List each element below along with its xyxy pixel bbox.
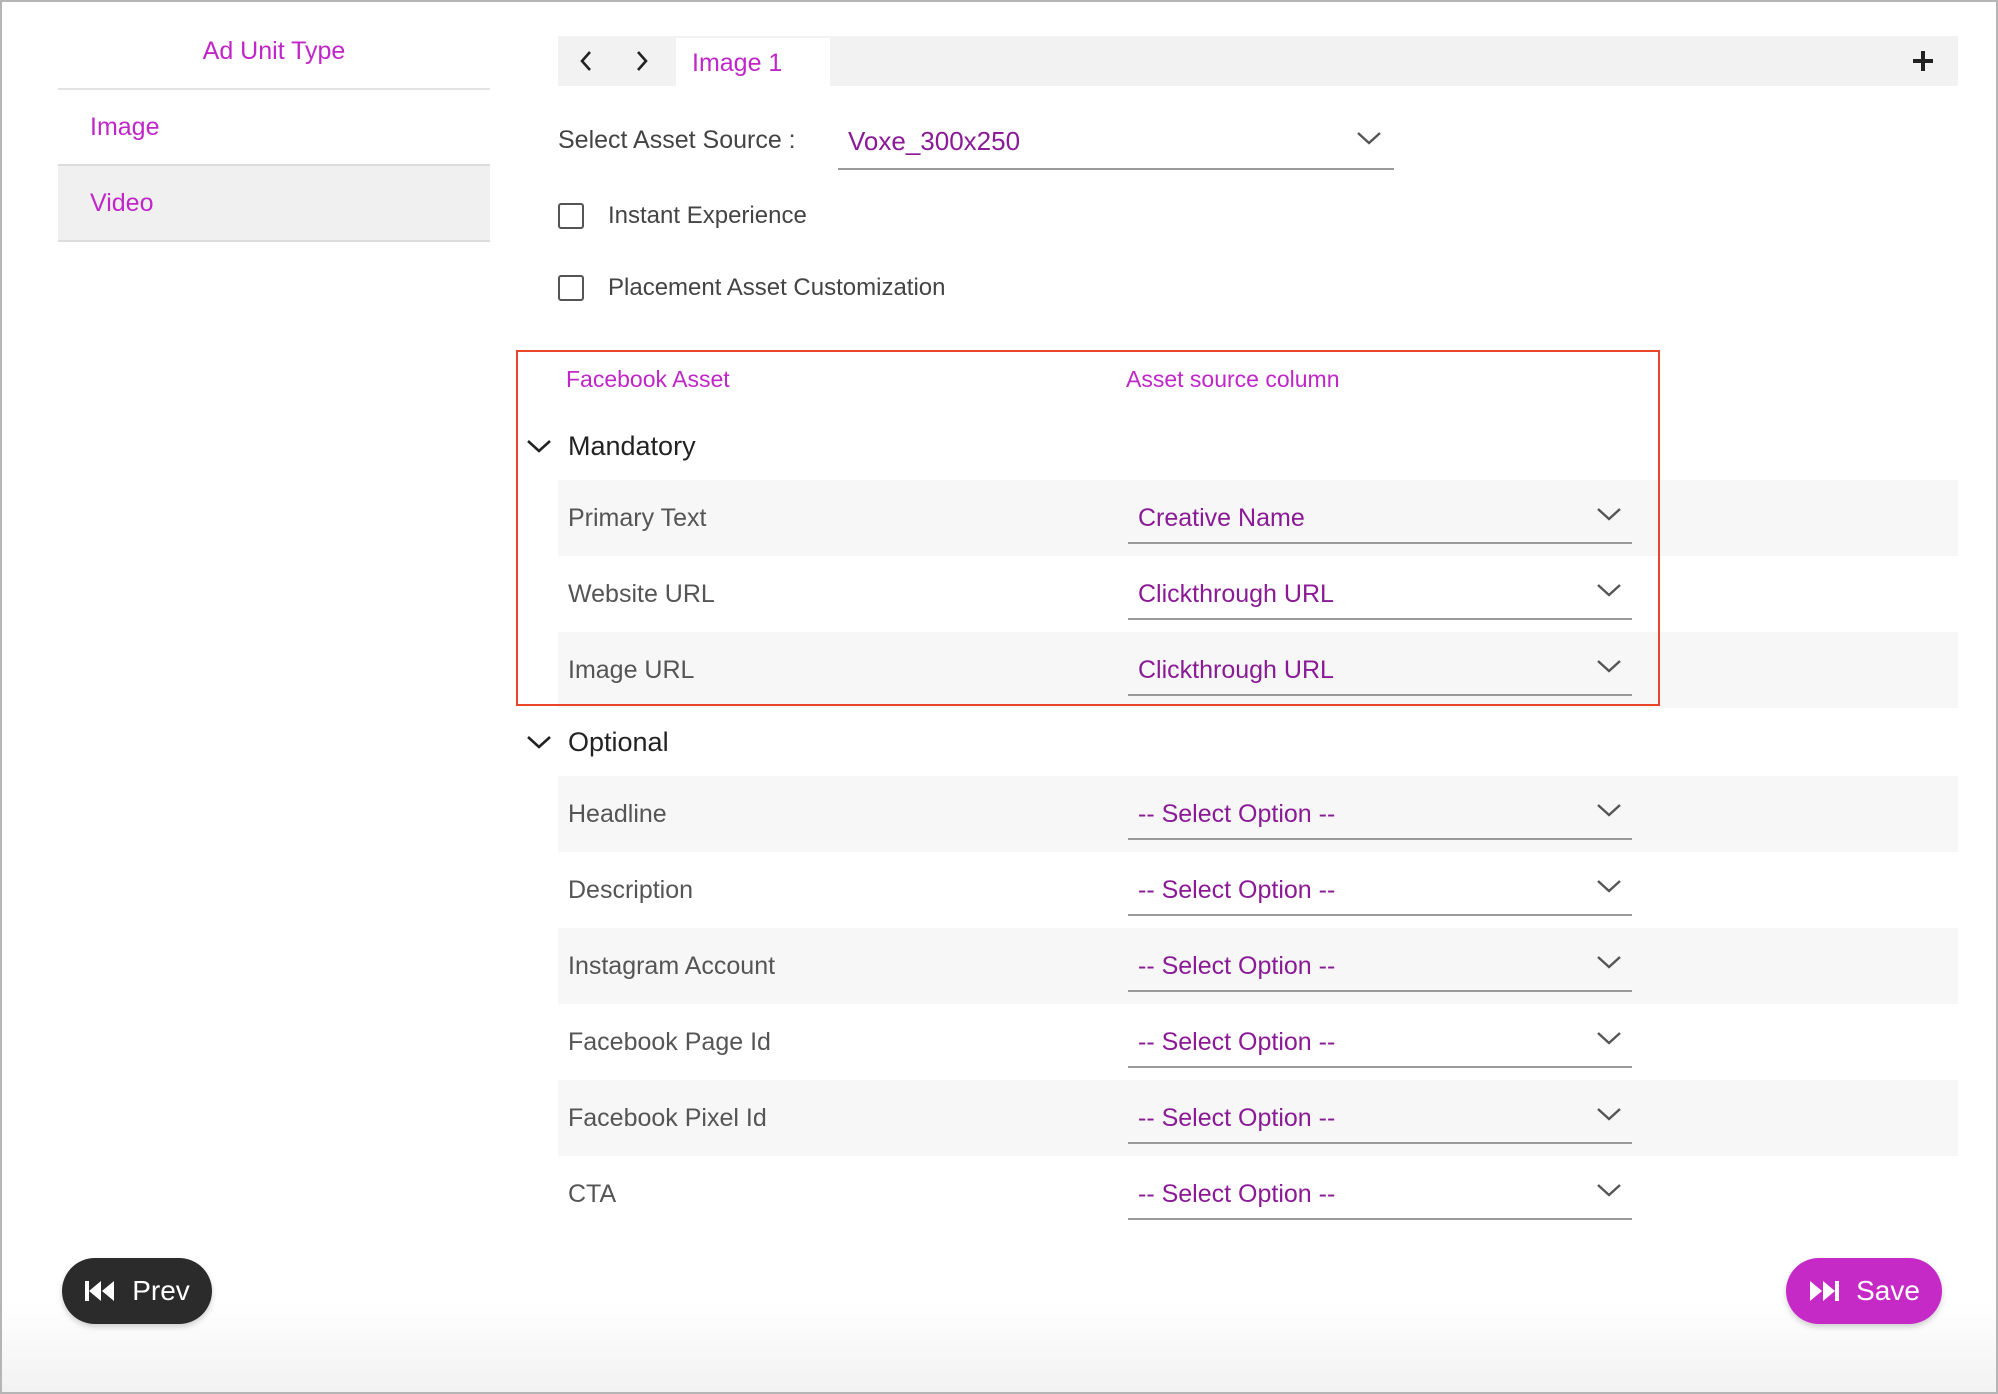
- row-label: Facebook Pixel Id: [568, 1104, 767, 1132]
- save-button-label: Save: [1856, 1275, 1920, 1306]
- table-row: Facebook Page Id -- Select Option --: [558, 1004, 1958, 1080]
- row-label: Website URL: [568, 580, 715, 608]
- table-row: Primary Text Creative Name: [558, 480, 1958, 556]
- skip-back-icon: [85, 1281, 115, 1301]
- sidebar-item-label: Video: [90, 189, 154, 217]
- chevron-left-icon: [580, 51, 591, 71]
- sidebar-item-label: Image: [90, 113, 160, 141]
- select-value: Clickthrough URL: [1138, 656, 1334, 684]
- chevron-down-icon: [1357, 132, 1381, 145]
- placement-customization-label: Placement Asset Customization: [608, 274, 946, 301]
- image-url-select[interactable]: Clickthrough URL: [1128, 644, 1632, 696]
- chevron-down-icon: [1597, 804, 1621, 817]
- table-row: Headline -- Select Option --: [558, 776, 1958, 852]
- facebook-page-id-select[interactable]: -- Select Option --: [1128, 1016, 1632, 1068]
- chevron-down-icon: [1597, 1184, 1621, 1197]
- table-row: Description -- Select Option --: [558, 852, 1958, 928]
- select-value: -- Select Option --: [1138, 952, 1336, 980]
- sidebar-item-video[interactable]: Video: [58, 166, 490, 242]
- primary-text-select[interactable]: Creative Name: [1128, 492, 1632, 544]
- chevron-down-icon: [1597, 880, 1621, 893]
- cta-select[interactable]: -- Select Option --: [1128, 1168, 1632, 1220]
- table-row: Image URL Clickthrough URL: [558, 632, 1958, 708]
- chevron-down-icon: [1597, 1108, 1621, 1121]
- asset-source-label: Select Asset Source :: [558, 126, 796, 154]
- chevron-down-icon: [527, 736, 551, 749]
- tab-bar: Image 1: [558, 36, 1958, 86]
- tab-next-button[interactable]: [614, 36, 670, 86]
- chevron-right-icon: [637, 51, 648, 71]
- asset-source-select[interactable]: Voxe_300x250: [838, 114, 1394, 170]
- tab-prev-button[interactable]: [558, 36, 614, 86]
- tab-image-1[interactable]: Image 1: [676, 38, 830, 86]
- prev-button-label: Prev: [132, 1275, 190, 1306]
- website-url-select[interactable]: Clickthrough URL: [1128, 568, 1632, 620]
- mandatory-rows: Primary Text Creative Name Website URL C…: [558, 480, 1958, 708]
- select-value: Clickthrough URL: [1138, 580, 1334, 608]
- ad-unit-type-sidebar: Ad Unit Type Image Video: [58, 28, 490, 242]
- table-row: Instagram Account -- Select Option --: [558, 928, 1958, 1004]
- select-value: -- Select Option --: [1138, 876, 1336, 904]
- bottom-fade: [2, 1302, 1996, 1392]
- instant-experience-label: Instant Experience: [608, 202, 807, 229]
- headline-select[interactable]: -- Select Option --: [1128, 788, 1632, 840]
- row-label: Primary Text: [568, 504, 707, 532]
- select-value: -- Select Option --: [1138, 1028, 1336, 1056]
- placement-customization-checkbox[interactable]: [558, 275, 584, 301]
- facebook-asset-column-header: Facebook Asset: [566, 366, 730, 392]
- chevron-down-icon: [1597, 660, 1621, 673]
- row-label: CTA: [568, 1180, 617, 1208]
- plus-icon: [1913, 51, 1933, 71]
- add-tab-button[interactable]: [1898, 36, 1948, 86]
- table-row: Website URL Clickthrough URL: [558, 556, 1958, 632]
- row-label: Description: [568, 876, 694, 904]
- table-row: CTA -- Select Option --: [558, 1156, 1958, 1232]
- chevron-down-icon: [527, 440, 551, 453]
- row-label: Facebook Page Id: [568, 1028, 771, 1056]
- optional-section-title: Optional: [568, 726, 669, 757]
- mandatory-section-toggle[interactable]: Mandatory: [526, 426, 696, 466]
- facebook-pixel-id-select[interactable]: -- Select Option --: [1128, 1092, 1632, 1144]
- table-row: Facebook Pixel Id -- Select Option --: [558, 1080, 1958, 1156]
- sidebar-title: Ad Unit Type: [58, 28, 490, 90]
- instagram-account-select[interactable]: -- Select Option --: [1128, 940, 1632, 992]
- mandatory-section-title: Mandatory: [568, 430, 696, 461]
- save-button[interactable]: Save: [1786, 1258, 1942, 1324]
- skip-forward-icon: [1810, 1281, 1840, 1301]
- asset-source-value: Voxe_300x250: [848, 126, 1021, 156]
- select-value: -- Select Option --: [1138, 800, 1336, 828]
- prev-button[interactable]: Prev: [62, 1258, 212, 1324]
- placement-customization-row: Placement Asset Customization: [558, 272, 946, 304]
- description-select[interactable]: -- Select Option --: [1128, 864, 1632, 916]
- instant-experience-row: Instant Experience: [558, 200, 807, 232]
- chevron-down-icon: [1597, 508, 1621, 521]
- chevron-down-icon: [1597, 584, 1621, 597]
- row-label: Headline: [568, 800, 667, 828]
- asset-source-column-header: Asset source column: [1126, 366, 1340, 392]
- chevron-down-icon: [1597, 1032, 1621, 1045]
- optional-rows: Headline -- Select Option -- Description…: [558, 776, 1958, 1232]
- instant-experience-checkbox[interactable]: [558, 203, 584, 229]
- select-value: Creative Name: [1138, 504, 1305, 532]
- optional-section-toggle[interactable]: Optional: [526, 722, 669, 762]
- app-window: Ad Unit Type Image Video Image 1 Select …: [0, 0, 1998, 1394]
- row-label: Instagram Account: [568, 952, 776, 980]
- row-label: Image URL: [568, 656, 695, 684]
- chevron-down-icon: [1597, 956, 1621, 969]
- select-value: -- Select Option --: [1138, 1180, 1336, 1208]
- select-value: -- Select Option --: [1138, 1104, 1336, 1132]
- sidebar-item-image[interactable]: Image: [58, 90, 490, 166]
